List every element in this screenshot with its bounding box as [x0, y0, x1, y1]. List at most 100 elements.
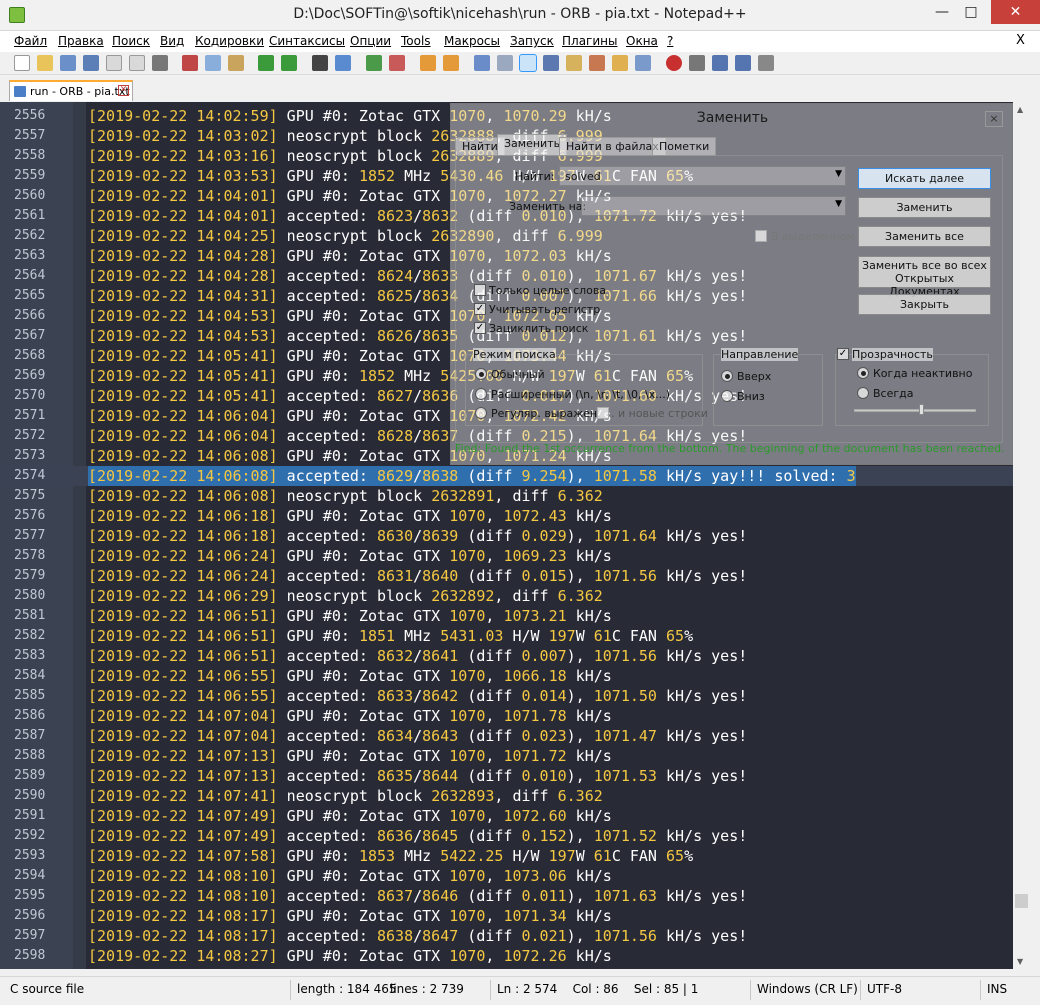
save-all-icon[interactable]: [83, 55, 99, 71]
menu-plugins[interactable]: Плагины: [562, 34, 617, 48]
menu-edit[interactable]: Правка: [58, 34, 104, 48]
replace-all-button[interactable]: Заменить все: [858, 226, 991, 247]
direction-down-radio[interactable]: [721, 390, 733, 402]
transparency-slider-thumb[interactable]: [919, 404, 924, 415]
chevron-down-icon[interactable]: ▼: [835, 169, 842, 179]
code-line[interactable]: 2588 [2019-02-22 14:07:13] GPU #0: Zotac …: [0, 746, 1013, 766]
menu-encoding[interactable]: Кодировки: [195, 34, 264, 48]
close-document-icon[interactable]: X: [1016, 33, 1025, 48]
code-line[interactable]: 2585 [2019-02-22 14:06:55] accepted: 8633…: [0, 686, 1013, 706]
replace-icon[interactable]: [335, 55, 351, 71]
find-input[interactable]: solved ▼: [559, 166, 846, 186]
code-line[interactable]: 2580 [2019-02-22 14:06:29] neoscrypt bloc…: [0, 586, 1013, 606]
function-list-icon[interactable]: [589, 55, 605, 71]
menu-options[interactable]: Опции: [350, 34, 391, 48]
code-line[interactable]: 2576 [2019-02-22 14:06:18] GPU #0: Zotac …: [0, 506, 1013, 526]
code-line[interactable]: 2579 [2019-02-22 14:06:24] accepted: 8631…: [0, 566, 1013, 586]
sync-horizontal-icon[interactable]: [443, 55, 459, 71]
word-wrap-icon[interactable]: [474, 55, 490, 71]
dot-newline-checkbox[interactable]: [597, 407, 609, 419]
record-macro-icon[interactable]: [666, 55, 682, 71]
in-selection-checkbox[interactable]: [755, 230, 767, 242]
dialog-close-icon[interactable]: ×: [985, 111, 1003, 127]
scrollbar-thumb[interactable]: [1015, 894, 1028, 908]
undo-icon[interactable]: [258, 55, 274, 71]
redo-icon[interactable]: [281, 55, 297, 71]
code-line[interactable]: 2587 [2019-02-22 14:07:04] accepted: 8634…: [0, 726, 1013, 746]
code-line[interactable]: 2591 [2019-02-22 14:07:49] GPU #0: Zotac …: [0, 806, 1013, 826]
code-line[interactable]: 2583 [2019-02-22 14:06:51] accepted: 8632…: [0, 646, 1013, 666]
mode-regex-radio[interactable]: [475, 407, 487, 419]
close-file-icon[interactable]: [106, 55, 122, 71]
mode-normal-radio[interactable]: [475, 368, 487, 380]
current-line[interactable]: 2574 [2019-02-22 14:06:08] accepted: 8629…: [0, 466, 1013, 486]
new-file-icon[interactable]: [14, 55, 30, 71]
vertical-scrollbar[interactable]: ▲ ▼: [1013, 102, 1030, 969]
code-line[interactable]: 2575 [2019-02-22 14:06:08] neoscrypt bloc…: [0, 486, 1013, 506]
menu-search[interactable]: Поиск: [112, 34, 150, 48]
play-macro-icon[interactable]: [712, 55, 728, 71]
close-tab-icon[interactable]: ✕: [118, 85, 129, 96]
find-next-button[interactable]: Искать далее: [858, 168, 991, 189]
code-line[interactable]: 2594 [2019-02-22 14:08:10] GPU #0: Zotac …: [0, 866, 1013, 886]
tab-run-orb-pia[interactable]: run - ORB - pia.txt ✕: [9, 80, 133, 101]
menu-help[interactable]: ?: [667, 34, 673, 48]
code-line[interactable]: 2586 [2019-02-22 14:07:04] GPU #0: Zotac …: [0, 706, 1013, 726]
menu-syntax[interactable]: Синтаксисы: [269, 34, 345, 48]
mode-extended-radio[interactable]: [475, 388, 487, 400]
match-case-checkbox[interactable]: ✓: [474, 303, 486, 315]
code-line[interactable]: 2598 [2019-02-22 14:08:27] GPU #0: Zotac …: [0, 946, 1013, 966]
trans-lose-focus-radio[interactable]: [857, 367, 869, 379]
replace-all-open-docs-button[interactable]: Заменить все во всех Открытых Документах: [858, 256, 991, 298]
code-line[interactable]: 2581 [2019-02-22 14:06:51] GPU #0: Zotac …: [0, 606, 1013, 626]
folder-workspace-icon[interactable]: [612, 55, 628, 71]
wrap-around-checkbox[interactable]: ✓: [474, 322, 486, 334]
menu-window[interactable]: Окна: [626, 34, 658, 48]
run-macro-multiple-icon[interactable]: [735, 55, 751, 71]
tab-find-in-files[interactable]: Найти в файлах: [559, 137, 666, 156]
menu-macros[interactable]: Макросы: [444, 34, 500, 48]
code-line[interactable]: 2578 [2019-02-22 14:06:24] GPU #0: Zotac …: [0, 546, 1013, 566]
scroll-down-icon[interactable]: ▼: [1017, 957, 1023, 966]
menu-run[interactable]: Запуск: [510, 34, 554, 48]
code-line[interactable]: 2590 [2019-02-22 14:07:41] neoscrypt bloc…: [0, 786, 1013, 806]
print-icon[interactable]: [152, 55, 168, 71]
chevron-down-icon[interactable]: ▼: [835, 199, 842, 209]
transparency-checkbox[interactable]: ✓: [837, 348, 849, 360]
copy-icon[interactable]: [205, 55, 221, 71]
tab-replace[interactable]: Заменить: [497, 134, 568, 156]
zoom-out-icon[interactable]: [389, 55, 405, 71]
code-line[interactable]: 2584 [2019-02-22 14:06:55] GPU #0: Zotac …: [0, 666, 1013, 686]
scroll-up-icon[interactable]: ▲: [1017, 105, 1023, 114]
replace-button[interactable]: Заменить: [858, 197, 991, 218]
code-line[interactable]: 2582 [2019-02-22 14:06:51] GPU #0: 1851 M…: [0, 626, 1013, 646]
trans-always-radio[interactable]: [857, 387, 869, 399]
whole-word-checkbox[interactable]: [474, 284, 486, 296]
maximize-icon[interactable]: □: [951, 0, 991, 24]
code-line[interactable]: 2593 [2019-02-22 14:07:58] GPU #0: 1853 M…: [0, 846, 1013, 866]
transparency-slider[interactable]: [854, 409, 976, 412]
user-language-icon[interactable]: [543, 55, 559, 71]
menu-file[interactable]: Файл: [14, 34, 47, 48]
replace-input[interactable]: ▼: [581, 196, 846, 216]
save-macro-icon[interactable]: [758, 55, 774, 71]
code-line[interactable]: 2597 [2019-02-22 14:08:17] accepted: 8638…: [0, 926, 1013, 946]
document-map-icon[interactable]: [566, 55, 582, 71]
find-icon[interactable]: [312, 55, 328, 71]
stop-macro-icon[interactable]: [689, 55, 705, 71]
tab-mark[interactable]: Пометки: [652, 137, 717, 156]
code-line[interactable]: 2592 [2019-02-22 14:07:49] accepted: 8636…: [0, 826, 1013, 846]
close-button[interactable]: Закрыть: [858, 294, 991, 315]
code-line[interactable]: 2596 [2019-02-22 14:08:17] GPU #0: Zotac …: [0, 906, 1013, 926]
open-file-icon[interactable]: [37, 55, 53, 71]
menu-tools[interactable]: Tools: [401, 34, 431, 48]
save-icon[interactable]: [60, 55, 76, 71]
indent-guide-icon[interactable]: [519, 54, 537, 72]
paste-icon[interactable]: [228, 55, 244, 71]
sync-vertical-icon[interactable]: [420, 55, 436, 71]
monitoring-icon[interactable]: [635, 55, 651, 71]
direction-up-radio[interactable]: [721, 370, 733, 382]
code-line[interactable]: 2589 [2019-02-22 14:07:13] accepted: 8635…: [0, 766, 1013, 786]
zoom-in-icon[interactable]: [366, 55, 382, 71]
menu-view[interactable]: Вид: [160, 34, 184, 48]
